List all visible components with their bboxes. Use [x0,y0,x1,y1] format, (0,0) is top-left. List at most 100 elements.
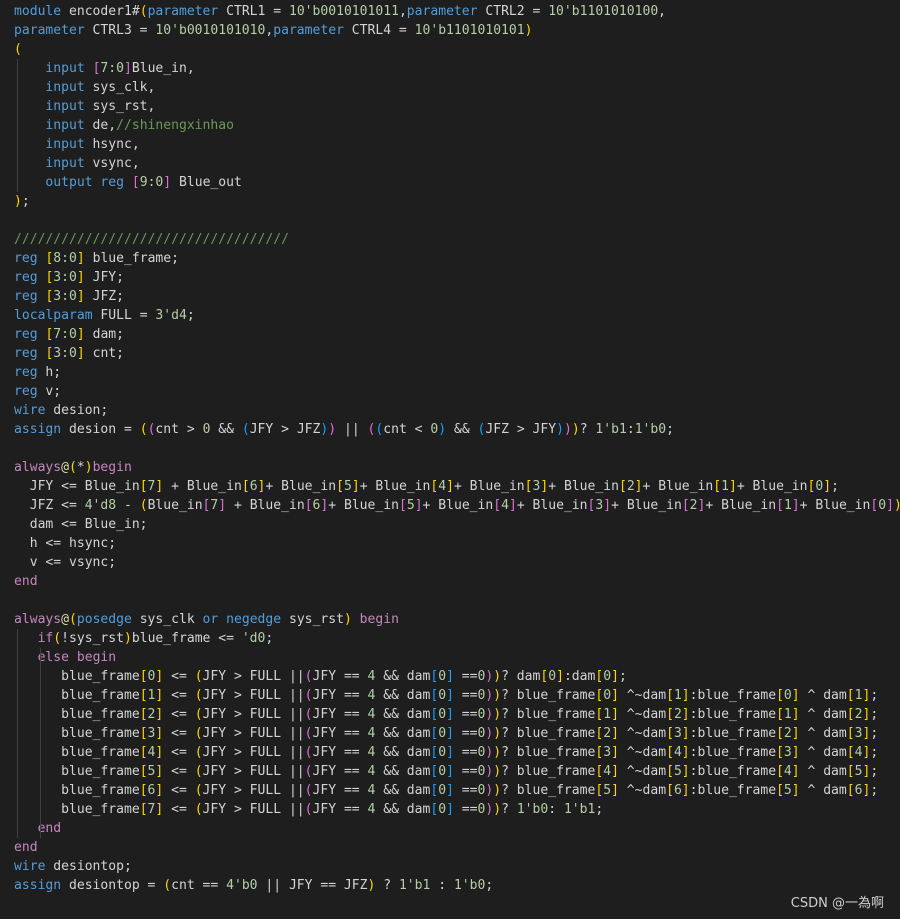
code-token: + Blue_in [516,498,588,513]
code-line: input [7:0]Blue_in, [14,59,900,78]
code-token: parameter [273,23,344,38]
code-token: 4 [603,764,612,779]
code-token: [ [618,479,627,494]
code-token: : [626,422,635,437]
code-token: ( [194,802,203,817]
code-token: - [116,498,140,513]
code-line: /////////////////////////////////// [14,230,900,249]
code-token: localparam [14,308,93,323]
code-token: 2 [689,498,698,513]
code-token: == [453,802,478,817]
code-token: [ [241,479,250,494]
code-token: == [453,669,478,684]
code-token: , [658,4,667,19]
code-token: [ [493,498,502,513]
code-token: 5 [343,479,352,494]
code-line: input de,//shinengxinhao [14,116,900,135]
code-token: else [37,650,69,665]
code-token: ? blue_frame [501,707,596,722]
code-token: [ [139,479,148,494]
code-token: 4 [854,745,863,760]
code-token: && dam [375,707,431,722]
code-token: 3:0 [53,270,77,285]
code-line: input sys_clk, [14,78,900,97]
code-line: end [14,819,900,838]
code-token: 5 [406,498,415,513]
code-token: ; [618,669,627,684]
code-token: <= [163,764,195,779]
code-token: ] [791,498,800,513]
code-token: wire [14,859,46,874]
code-token: ? [375,878,399,893]
code-token: ] [681,764,690,779]
code-token: 2 [854,707,863,722]
code-token: ) [493,783,502,798]
code-token: ) [493,669,502,684]
code-token: [ [139,669,148,684]
code-token: [ [846,688,855,703]
code-token: negedge [226,612,282,627]
code-line: v <= vsync; [14,553,900,572]
code-token: 0 [878,498,887,513]
code-token: ^ dam [799,688,847,703]
code-token: ) [328,422,337,437]
code-token: ? blue_frame [501,783,596,798]
code-token: JFY > FULL || [202,669,305,684]
code-token: blue_frame [14,802,140,817]
code-token: ] [681,783,690,798]
code-token: ; [186,308,195,323]
code-token: 'd0 [241,631,266,646]
code-token: JFY == [312,783,368,798]
code-token: 6 [249,479,258,494]
code-token: ; [485,878,494,893]
code-token: ^~dam [618,783,667,798]
code-token: 5 [854,764,863,779]
code-line: blue_frame[1] <= (JFY > FULL ||(JFY == 4… [14,686,900,705]
code-token: end [14,840,38,855]
code-token: == [453,707,478,722]
code-token: ] [446,745,454,760]
code-editor[interactable]: module encoder1#(parameter CTRL1 = 10'b0… [14,2,900,895]
code-token: CTRL2 = [477,4,549,19]
code-token: ; [870,707,879,722]
code-token: ( [304,745,313,760]
code-token: + Blue_in [705,498,777,513]
code-token: ( [194,783,203,798]
code-token: ? blue_frame [501,764,596,779]
code-token: ] [218,498,227,513]
code-token: ) [493,802,502,817]
code-token: [ [846,745,855,760]
code-token: 5 [603,783,612,798]
code-token: ] [76,289,85,304]
code-token: Blue_out [171,175,242,190]
code-line: reg [3:0] JFY; [14,268,900,287]
code-token: + Blue_in [163,479,242,494]
code-token: sys_rst [281,612,344,627]
code-token: [ [776,726,784,741]
code-token: cnt == [171,878,227,893]
code-token: ] [791,688,800,703]
code-token: ] [681,745,690,760]
code-token: ( [53,631,62,646]
code-token: JFZ; [84,289,125,304]
code-token: 1'b1 [563,802,596,817]
code-token: [ [131,175,140,190]
code-token: [ [776,783,784,798]
code-token: ] [611,745,619,760]
code-token: ^ dam [799,745,847,760]
code-token: or [202,612,219,627]
code-token: v <= vsync; [14,555,117,570]
code-token: ] [611,669,619,684]
code-token: sys_rst, [84,99,156,114]
code-token: ) [14,194,22,209]
code-token: JFZ <= [14,498,85,513]
code-token: 10'b1101010100 [548,4,659,19]
code-token: blue_frame [14,688,140,703]
code-token: ^~dam [618,707,667,722]
code-token: ] [76,346,85,361]
code-token: 1 [854,688,863,703]
